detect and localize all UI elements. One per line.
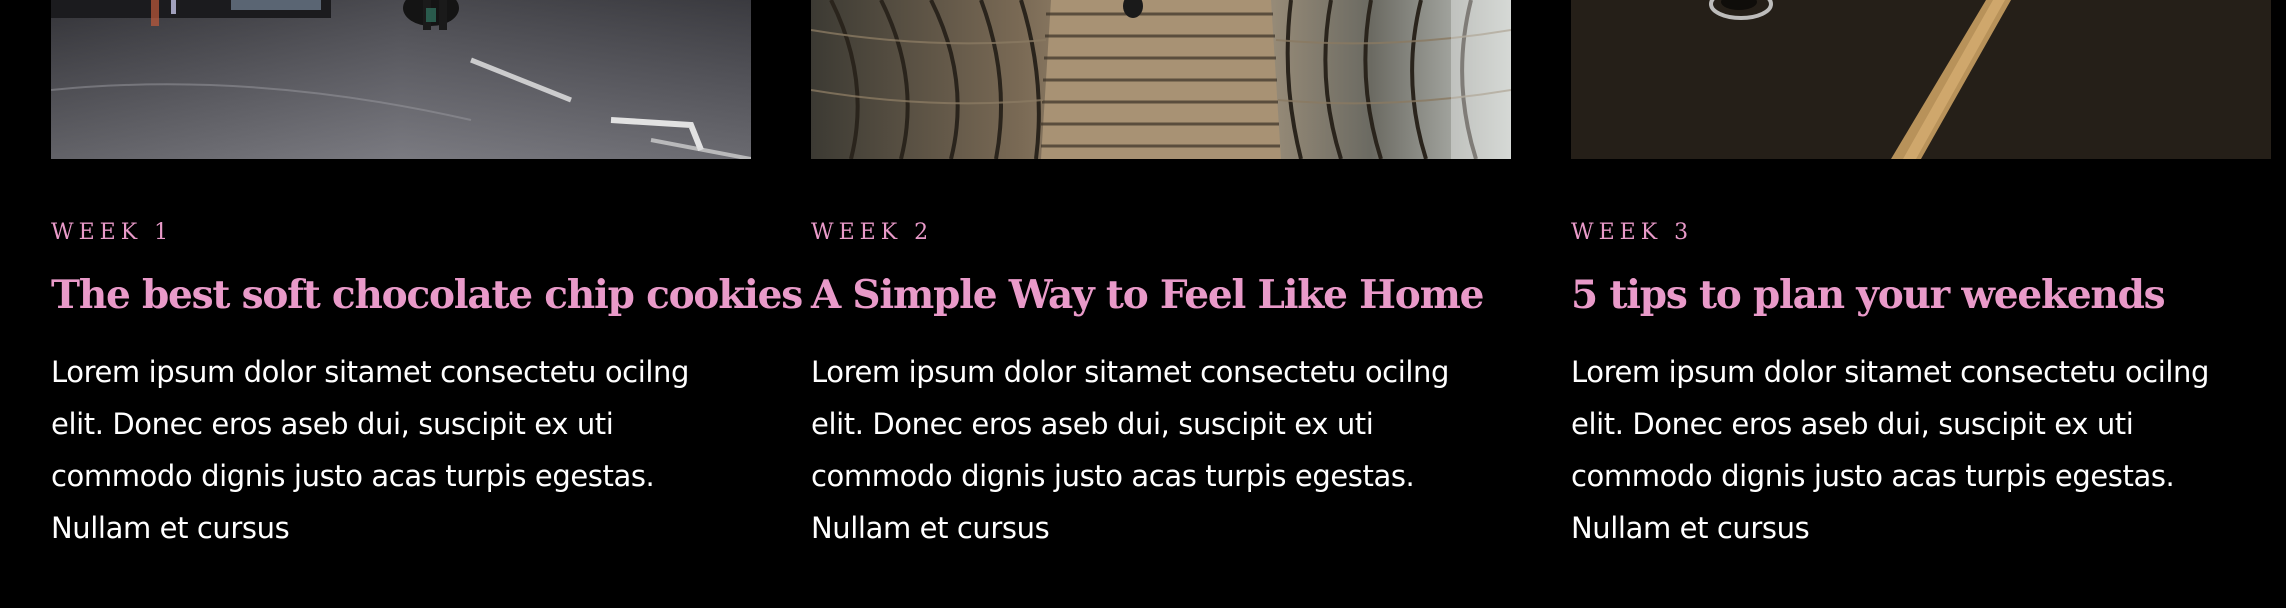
- post-title[interactable]: 5 tips to plan your weekends: [1571, 272, 2286, 319]
- post-thumbnail-rope-bridge[interactable]: [811, 0, 1511, 159]
- post-excerpt: Lorem ipsum dolor sitamet consectetu oci…: [1571, 346, 2271, 554]
- post-week-label: WEEK 2: [811, 220, 934, 245]
- post-excerpt: Lorem ipsum dolor sitamet consectetu oci…: [811, 346, 1511, 554]
- excerpt-line: elit. Donec eros aseb dui, suscipit ex u…: [811, 407, 1374, 441]
- excerpt-line: commodo dignis justo acas turpis egestas…: [1571, 459, 2175, 493]
- blog-card-grid: WEEK 1 The best soft chocolate chip cook…: [51, 0, 2271, 608]
- post-thumbnail-dark-desk[interactable]: [1571, 0, 2271, 159]
- post-thumbnail-rainy-street[interactable]: [51, 0, 751, 159]
- blog-card: WEEK 2 A Simple Way to Feel Like Home Lo…: [811, 0, 1511, 608]
- excerpt-line: Lorem ipsum dolor sitamet consectetu oci…: [811, 355, 1450, 389]
- excerpt-line: elit. Donec eros aseb dui, suscipit ex u…: [1571, 407, 2134, 441]
- rainy-street-image: [51, 0, 751, 159]
- excerpt-line: Nullam et cursus: [811, 511, 1050, 545]
- post-title[interactable]: The best soft chocolate chip cookies: [51, 272, 803, 319]
- post-week-label: WEEK 3: [1571, 220, 1694, 245]
- rope-bridge-image: [811, 0, 1511, 159]
- excerpt-line: Lorem ipsum dolor sitamet consectetu oci…: [1571, 355, 2210, 389]
- excerpt-line: commodo dignis justo acas turpis egestas…: [51, 459, 655, 493]
- post-title[interactable]: A Simple Way to Feel Like Home: [811, 272, 1531, 319]
- blog-card: WEEK 3 5 tips to plan your weekends Lore…: [1571, 0, 2271, 608]
- excerpt-line: elit. Donec eros aseb dui, suscipit ex u…: [51, 407, 614, 441]
- blog-card: WEEK 1 The best soft chocolate chip cook…: [51, 0, 803, 608]
- excerpt-line: Nullam et cursus: [1571, 511, 1810, 545]
- post-week-label: WEEK 1: [51, 220, 174, 245]
- excerpt-line: Nullam et cursus: [51, 511, 290, 545]
- dark-desk-image: [1571, 0, 2271, 159]
- post-excerpt: Lorem ipsum dolor sitamet consectetu oci…: [51, 346, 751, 554]
- excerpt-line: Lorem ipsum dolor sitamet consectetu oci…: [51, 355, 690, 389]
- excerpt-line: commodo dignis justo acas turpis egestas…: [811, 459, 1415, 493]
